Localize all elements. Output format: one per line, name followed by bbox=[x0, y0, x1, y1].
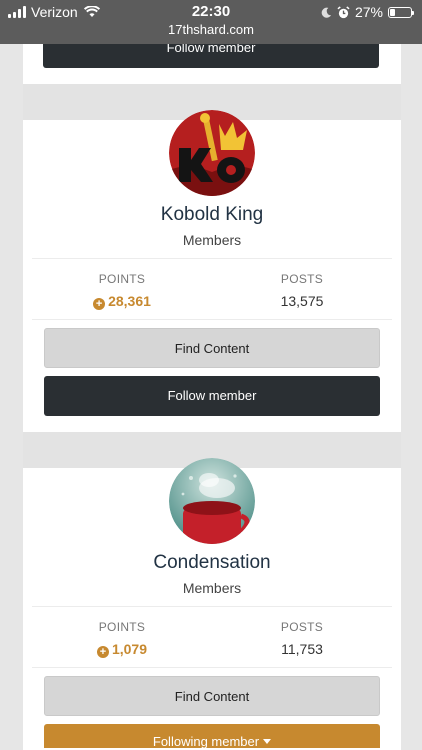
following-member-button[interactable]: Following member bbox=[44, 724, 380, 748]
kobold-king-avatar-icon bbox=[169, 110, 255, 196]
member-name[interactable]: Condensation bbox=[32, 552, 392, 574]
posts-stat: POSTS 13,575 bbox=[212, 259, 392, 319]
points-stat: POINTS +28,361 bbox=[32, 259, 212, 319]
member-card: Kobold King Members POINTS +28,361 POSTS… bbox=[32, 110, 392, 432]
moon-icon bbox=[321, 7, 332, 18]
avatar[interactable] bbox=[169, 110, 255, 196]
battery-percent: 27% bbox=[354, 4, 383, 20]
points-label: POINTS bbox=[98, 272, 146, 286]
points-value: +1,079 bbox=[32, 641, 212, 658]
find-content-button[interactable]: Find Content bbox=[44, 676, 380, 716]
member-group: Members bbox=[182, 580, 242, 596]
member-stats: POINTS +1,079 POSTS 11,753 bbox=[32, 606, 392, 668]
points-stat: POINTS +1,079 bbox=[32, 607, 212, 667]
plus-circle-icon: + bbox=[96, 646, 109, 658]
posts-label: POSTS bbox=[280, 620, 324, 634]
battery-icon bbox=[388, 6, 414, 18]
condensation-avatar-icon bbox=[169, 458, 255, 544]
caret-down-icon bbox=[263, 739, 272, 744]
plus-circle-icon: + bbox=[93, 298, 106, 310]
posts-value: 13,575 bbox=[280, 293, 324, 309]
address-url[interactable]: 17thshard.com bbox=[0, 22, 422, 37]
points-value: +28,361 bbox=[32, 293, 212, 310]
status-bar: Verizon 22:30 17thshard.com 27% bbox=[0, 0, 422, 44]
status-right: 27% bbox=[321, 4, 414, 20]
follow-member-button[interactable]: Follow member bbox=[44, 376, 380, 416]
points-number: 1,079 bbox=[111, 641, 148, 657]
member-name[interactable]: Kobold King bbox=[32, 204, 392, 226]
avatar[interactable] bbox=[169, 458, 255, 544]
posts-label: POSTS bbox=[280, 272, 324, 286]
find-content-button[interactable]: Find Content bbox=[44, 328, 380, 368]
points-number: 28,361 bbox=[108, 293, 151, 309]
member-card: Condensation Members POINTS +1,079 POSTS… bbox=[32, 458, 392, 750]
member-group: Members bbox=[182, 232, 242, 248]
battery-fill bbox=[390, 8, 395, 16]
points-label: POINTS bbox=[98, 620, 146, 634]
alarm-icon bbox=[337, 5, 350, 18]
posts-stat: POSTS 11,753 bbox=[212, 607, 392, 667]
following-label: Following member bbox=[152, 734, 260, 748]
members-list: Follow member Kobold King Members POINTS… bbox=[23, 0, 401, 750]
member-stats: POINTS +28,361 POSTS 13,575 bbox=[32, 258, 392, 320]
posts-value: 11,753 bbox=[281, 641, 323, 657]
